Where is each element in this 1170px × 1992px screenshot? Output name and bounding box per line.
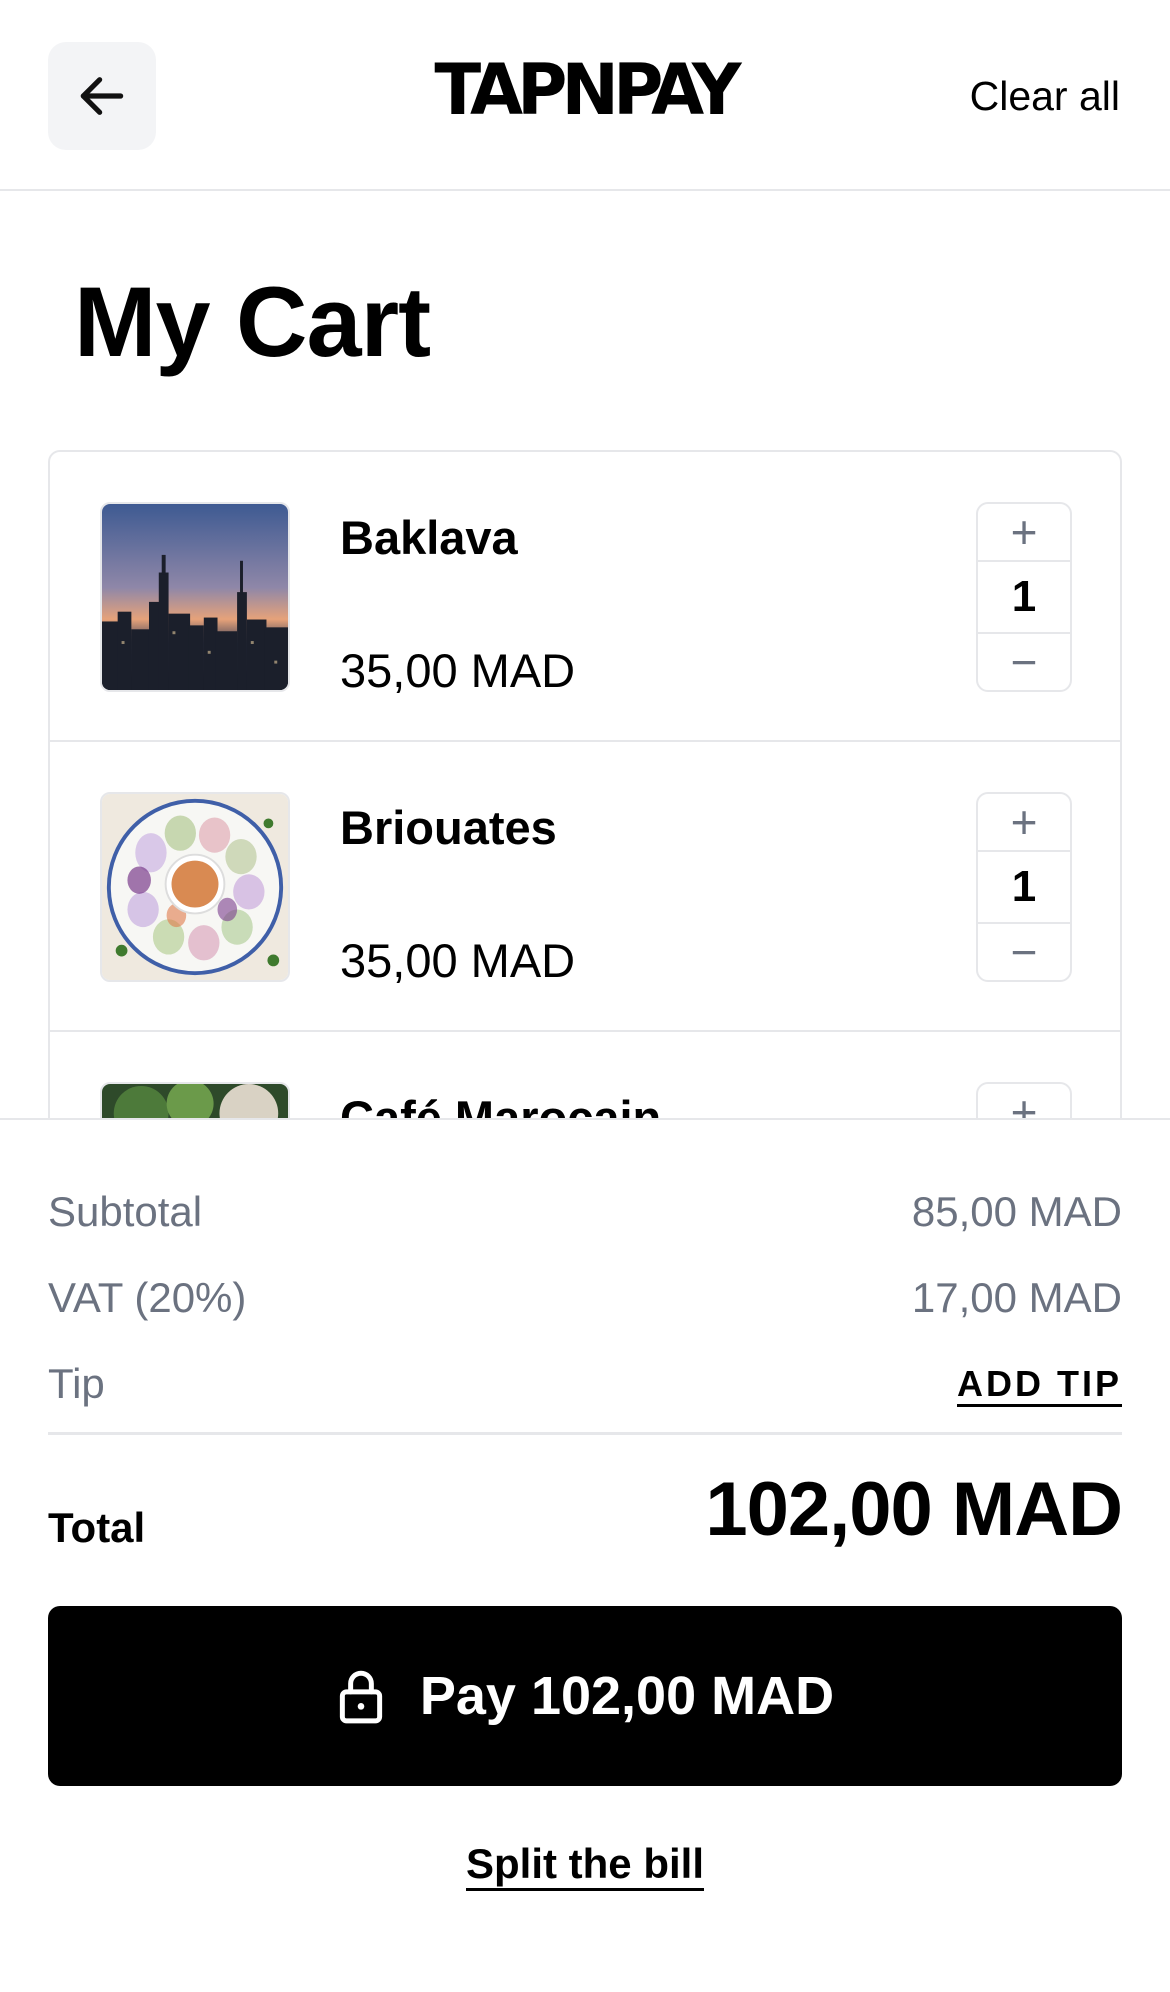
total-label: Total — [48, 1504, 146, 1551]
order-summary: Subtotal 85,00 MAD VAT (20%) 17,00 MAD T… — [0, 1118, 1170, 1992]
cart-item: Baklava 35,00 MAD + 1 − — [50, 452, 1120, 742]
subtotal-label: Subtotal — [48, 1188, 203, 1235]
page-title: My Cart — [74, 266, 431, 377]
quantity-stepper: + 1 − — [976, 792, 1072, 982]
lock-icon — [339, 1670, 383, 1724]
item-name: Baklava — [340, 511, 518, 564]
quantity-stepper: + — [976, 1082, 1072, 1118]
increment-button[interactable]: + — [978, 1084, 1070, 1118]
item-image-city-skyline — [100, 502, 290, 692]
item-image-spring-rolls — [100, 792, 290, 982]
total-value: 102,00 MAD — [705, 1467, 1123, 1552]
vat-label: VAT (20%) — [48, 1274, 247, 1321]
summary-divider — [48, 1432, 1122, 1435]
vat-row: VAT (20%) 17,00 MAD — [48, 1268, 1122, 1328]
tip-row: Tip ADD TIP — [48, 1354, 1122, 1414]
increment-button[interactable]: + — [978, 794, 1070, 850]
cart-item: Briouates 35,00 MAD + 1 − — [50, 742, 1120, 1032]
app-header: TAPNPAY Clear all — [0, 0, 1170, 191]
add-tip-link[interactable]: ADD TIP — [957, 1363, 1122, 1405]
pay-button-label: Pay 102,00 MAD — [419, 1666, 835, 1726]
cart-card: Baklava 35,00 MAD + 1 − Briouates 35,00 … — [48, 450, 1122, 1118]
cart-list[interactable]: Baklava 35,00 MAD + 1 − Briouates 35,00 … — [48, 450, 1122, 1118]
vat-value: 17,00 MAD — [911, 1274, 1122, 1321]
tip-label: Tip — [48, 1360, 105, 1407]
item-name: Briouates — [340, 801, 557, 854]
subtotal-row: Subtotal 85,00 MAD — [48, 1182, 1122, 1242]
item-name: Café Marocain — [340, 1091, 662, 1118]
item-image-greenery — [100, 1082, 290, 1118]
split-bill-link[interactable]: Split the bill — [466, 1840, 704, 1887]
decrement-button[interactable]: − — [978, 924, 1070, 980]
split-bill-container: Split the bill — [0, 1840, 1170, 1888]
quantity-value: 1 — [978, 560, 1070, 634]
cart-item: Café Marocain + — [50, 1032, 1120, 1118]
increment-button[interactable]: + — [978, 504, 1070, 560]
pay-button[interactable]: Pay 102,00 MAD — [48, 1606, 1122, 1786]
item-price: 35,00 MAD — [340, 934, 576, 987]
quantity-stepper: + 1 − — [976, 502, 1072, 692]
subtotal-value: 85,00 MAD — [911, 1188, 1122, 1235]
item-price: 35,00 MAD — [340, 644, 576, 697]
quantity-value: 1 — [978, 850, 1070, 924]
decrement-button[interactable]: − — [978, 634, 1070, 690]
clear-all-button[interactable]: Clear all — [970, 70, 1120, 122]
